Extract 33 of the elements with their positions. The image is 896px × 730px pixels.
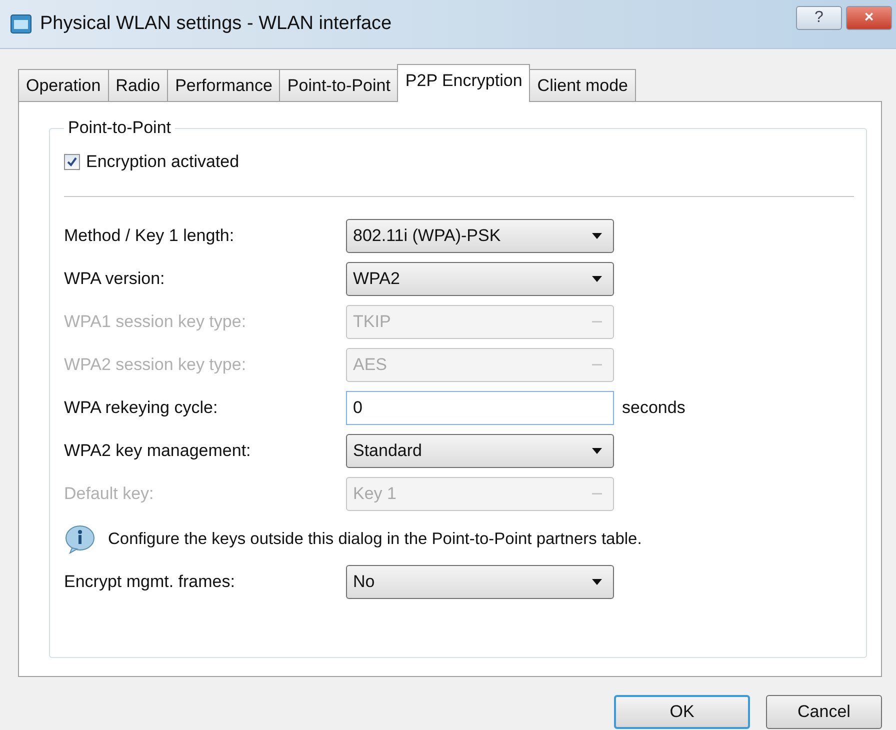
tab[interactable]: Radio xyxy=(108,69,168,101)
caret-icon xyxy=(591,447,603,455)
tab[interactable]: Performance xyxy=(167,69,280,101)
field-label: Method / Key 1 length: xyxy=(64,226,236,246)
group-title: Point-to-Point xyxy=(67,118,172,138)
field-label: WPA2 session key type: xyxy=(64,355,248,375)
field-label: WPA2 key management: xyxy=(64,441,252,461)
encryption-checkbox[interactable]: Encryption activated xyxy=(64,148,854,176)
field-label: WPA1 session key type: xyxy=(64,312,248,332)
tab[interactable]: P2P Encryption xyxy=(397,64,530,102)
dropdown[interactable]: No xyxy=(346,565,614,599)
info-text: Configure the keys outside this dialog in the Point-to-Point partners table. xyxy=(108,530,642,548)
dialog-button[interactable]: Cancel xyxy=(766,695,882,729)
unit-label: seconds xyxy=(622,398,686,418)
dropdown[interactable]: 802.11i (WPA)-PSK xyxy=(346,219,614,253)
caret-icon xyxy=(591,578,603,586)
info-icon xyxy=(64,524,96,554)
dropdown[interactable]: WPA2 xyxy=(346,262,614,296)
tab[interactable]: Client mode xyxy=(529,69,636,101)
field-label: Default key: xyxy=(64,484,155,504)
window-icon xyxy=(10,14,32,34)
field-label: Encrypt mgmt. frames: xyxy=(64,572,236,592)
caret-icon xyxy=(591,275,603,283)
tab[interactable]: Point-to-Point xyxy=(279,69,398,101)
dialog-button[interactable]: OK xyxy=(614,695,750,729)
tab[interactable]: Operation xyxy=(18,69,109,101)
dropdown[interactable]: Standard xyxy=(346,434,614,468)
field-label: WPA rekeying cycle: xyxy=(64,398,219,418)
field-label: WPA version: xyxy=(64,269,166,289)
help-button[interactable]: ? xyxy=(796,6,842,30)
window-title: Physical WLAN settings - WLAN interface xyxy=(40,13,393,35)
caret-icon xyxy=(591,232,603,240)
input-field[interactable]: 0 xyxy=(346,391,614,425)
